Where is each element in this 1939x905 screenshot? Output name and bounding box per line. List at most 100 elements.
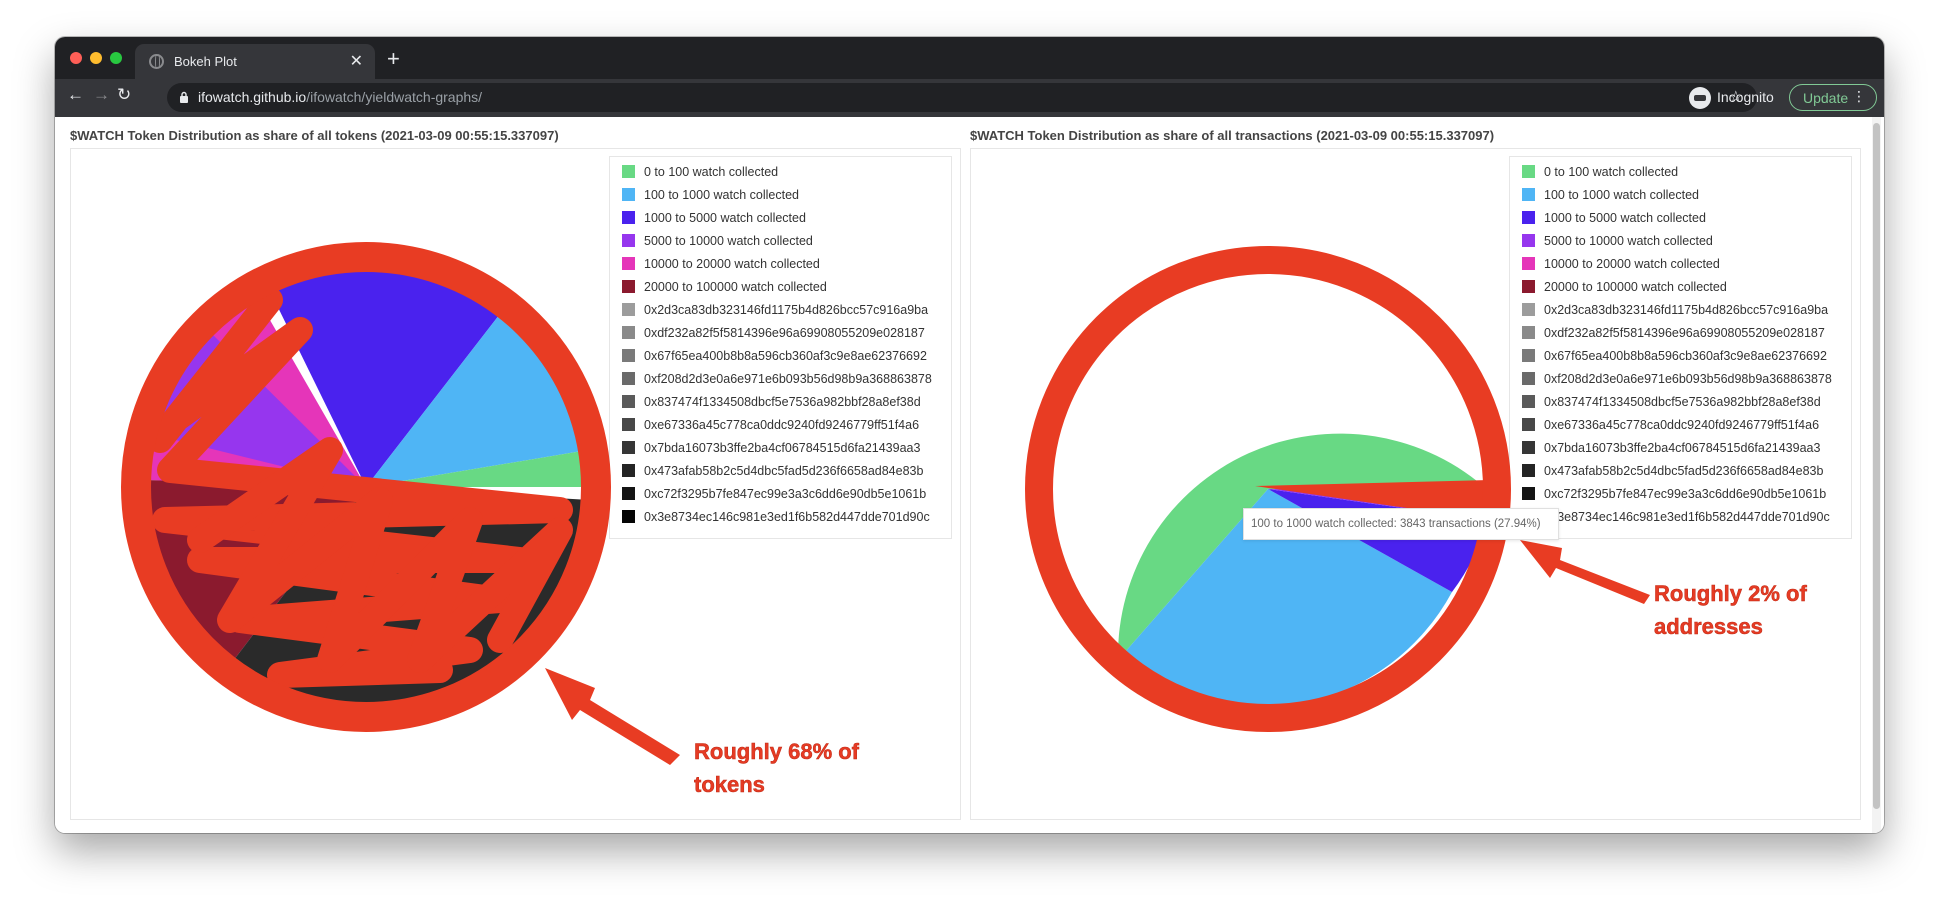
left-plot-title: $WATCH Token Distribution as share of al… <box>70 128 559 143</box>
legend-label: 0x837474f1334508dbcf5e7536a982bbf28a8ef3… <box>644 395 921 409</box>
legend-swatch <box>622 234 635 247</box>
tooltip-text: 100 to 1000 watch collected: 3843 transa… <box>1251 518 1541 530</box>
more-icon[interactable]: ⋮ <box>1852 88 1866 105</box>
forward-icon[interactable]: → <box>93 85 110 105</box>
legend-label: 100 to 1000 watch collected <box>644 188 799 202</box>
legend-swatch <box>1522 464 1535 477</box>
left-annotation-line2: tokens <box>694 772 765 798</box>
scrollbar[interactable] <box>1872 117 1881 833</box>
legend-swatch <box>622 487 635 500</box>
window-minimize-button[interactable] <box>90 52 102 64</box>
legend-label: 0x473afab58b2c5d4dbc5fad5d236f6658ad84e8… <box>644 464 924 478</box>
legend-swatch <box>622 280 635 293</box>
back-icon[interactable]: ← <box>67 85 84 105</box>
legend-swatch <box>1522 349 1535 362</box>
legend-swatch <box>622 326 635 339</box>
legend-swatch <box>1522 257 1535 270</box>
legend-label: 5000 to 10000 watch collected <box>1544 234 1713 248</box>
right-plot-frame: 0 to 100 watch collected 100 to 1000 watc… <box>970 148 1861 820</box>
right-plot-title: $WATCH Token Distribution as share of al… <box>970 128 1495 143</box>
legend-label: 1000 to 5000 watch collected <box>644 211 806 225</box>
legend-label: 0x2d3ca83db323146fd1175b4d826bcc57c916a9… <box>644 303 929 317</box>
lock-icon <box>180 91 188 103</box>
legend-swatch <box>1522 188 1535 201</box>
legend-swatch <box>1522 211 1535 224</box>
window-zoom-button[interactable] <box>110 52 122 64</box>
legend-label: 0x3e8734ec146c981e3ed1f6b582d447dde701d9… <box>1544 510 1830 524</box>
legend-swatch <box>622 257 635 270</box>
update-label: Update <box>1803 90 1849 106</box>
legend-swatch <box>622 441 635 454</box>
profile-label: Incognito <box>1717 89 1774 105</box>
legend-swatch <box>1522 372 1535 385</box>
legend-swatch <box>622 349 635 362</box>
legend-label: 0xe67336a45c778ca0ddc9240fd9246779ff51f4… <box>644 418 920 432</box>
legend-label: 0 to 100 watch collected <box>1544 165 1679 179</box>
legend-swatch <box>622 303 635 316</box>
legend-label: 0x67f65ea400b8b8a596cb360af3c9e8ae623766… <box>644 349 927 363</box>
legend-swatch <box>1522 418 1535 431</box>
legend-label: 20000 to 100000 watch collected <box>1544 280 1727 294</box>
browser-window: Bokeh Plot ✕ + ← → ↻ ifowatch.github.io/… <box>55 37 1884 833</box>
legend-label: 0x2d3ca83db323146fd1175b4d826bcc57c916a9… <box>1544 303 1829 317</box>
legend-swatch <box>1522 303 1535 316</box>
legend-swatch <box>1522 165 1535 178</box>
update-button[interactable]: Update ⋮ <box>1789 84 1877 111</box>
legend-label: 0xf208d2d3e0a6e971e6b093b56d98b9a3688638… <box>1544 372 1832 386</box>
legend-label: 5000 to 10000 watch collected <box>644 234 813 248</box>
plus-icon[interactable]: + <box>387 46 400 72</box>
reload-icon[interactable]: ↻ <box>117 85 131 105</box>
left-plot-frame: 0 to 100 watch collected 100 to 1000 watc… <box>70 148 961 820</box>
legend-swatch <box>622 372 635 385</box>
legend-label: 0xdf232a82f5f5814396e96a69908055209e0281… <box>644 326 925 340</box>
legend-swatch <box>1522 395 1535 408</box>
legend-label: 1000 to 5000 watch collected <box>1544 211 1706 225</box>
hover-tooltip: 100 to 1000 watch collected: 3843 transa… <box>1243 508 1559 540</box>
legend-swatch <box>622 395 635 408</box>
left-annotation-line1: Roughly 68% of <box>694 739 860 765</box>
incognito-icon[interactable] <box>1689 87 1711 109</box>
legend-swatch <box>1522 326 1535 339</box>
legend-label: 0xf208d2d3e0a6e971e6b093b56d98b9a3688638… <box>644 372 932 386</box>
legend-label: 0x837474f1334508dbcf5e7536a982bbf28a8ef3… <box>1544 395 1821 409</box>
legend-swatch <box>1522 234 1535 247</box>
legend-label: 20000 to 100000 watch collected <box>644 280 827 294</box>
left-legend: 0 to 100 watch collected 100 to 1000 watc… <box>609 156 952 539</box>
legend-swatch <box>622 418 635 431</box>
legend-label: 10000 to 20000 watch collected <box>1544 257 1720 271</box>
address-bar[interactable]: ifowatch.github.io/ifowatch/yieldwatch-g… <box>167 83 1757 112</box>
window-close-button[interactable] <box>70 52 82 64</box>
right-annotation-line1: Roughly 2% of <box>1654 581 1807 607</box>
legend-swatch <box>622 510 635 523</box>
legend-swatch <box>1522 280 1535 293</box>
legend-label: 0xc72f3295b7fe847ec99e3a3c6dd6e90db5e106… <box>1544 487 1827 501</box>
legend-swatch <box>1522 487 1535 500</box>
legend-label: 0x67f65ea400b8b8a596cb360af3c9e8ae623766… <box>1544 349 1827 363</box>
url-text: ifowatch.github.io/ifowatch/yieldwatch-g… <box>198 89 483 105</box>
legend-label: 0x7bda16073b3ffe2ba4cf06784515d6fa21439a… <box>644 441 921 455</box>
legend-label: 0xc72f3295b7fe847ec99e3a3c6dd6e90db5e106… <box>644 487 927 501</box>
left-annotation: Roughly 68% of tokens <box>694 735 860 801</box>
page-content: $WATCH Token Distribution as share of al… <box>55 117 1884 833</box>
legend-label: 0xdf232a82f5f5814396e96a69908055209e0281… <box>1544 326 1825 340</box>
globe-icon <box>149 54 164 69</box>
legend-swatch <box>622 188 635 201</box>
right-annotation: Roughly 2% of addresses <box>1654 577 1807 643</box>
legend-swatch <box>622 165 635 178</box>
legend-label: 0x7bda16073b3ffe2ba4cf06784515d6fa21439a… <box>1544 441 1821 455</box>
scrollbar-thumb[interactable] <box>1873 123 1880 809</box>
legend-label: 0xe67336a45c778ca0ddc9240fd9246779ff51f4… <box>1544 418 1820 432</box>
legend-swatch <box>1522 441 1535 454</box>
browser-tab[interactable]: Bokeh Plot ✕ <box>135 44 375 79</box>
legend-label: 0x473afab58b2c5d4dbc5fad5d236f6658ad84e8… <box>1544 464 1824 478</box>
legend-label: 0 to 100 watch collected <box>644 165 779 179</box>
legend-label: 0x3e8734ec146c981e3ed1f6b582d447dde701d9… <box>644 510 930 524</box>
right-legend: 0 to 100 watch collected 100 to 1000 watc… <box>1509 156 1852 539</box>
close-icon[interactable]: ✕ <box>350 51 363 71</box>
legend-swatch <box>622 464 635 477</box>
legend-label: 10000 to 20000 watch collected <box>644 257 820 271</box>
browser-toolbar: ← → ↻ ifowatch.github.io/ifowatch/yieldw… <box>55 79 1884 117</box>
tab-strip: Bokeh Plot ✕ + <box>55 37 1884 79</box>
legend-swatch <box>622 211 635 224</box>
right-annotation-line2: addresses <box>1654 614 1763 640</box>
